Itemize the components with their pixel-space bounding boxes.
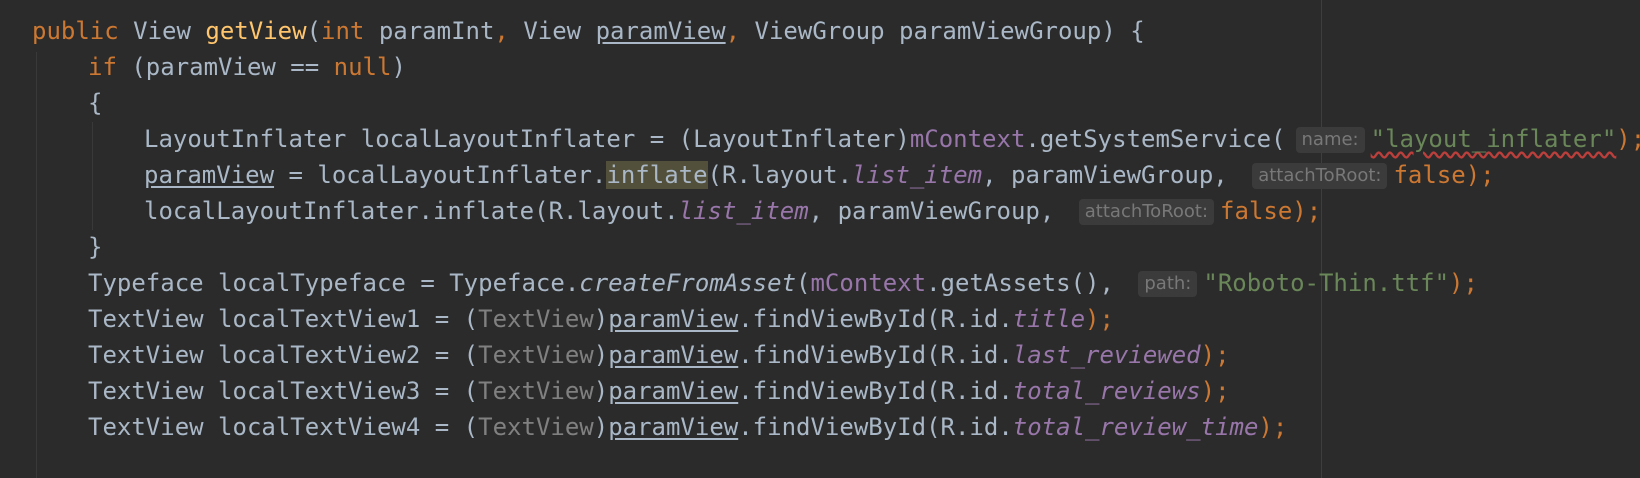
code-line-if[interactable]: if (paramView == null) xyxy=(88,49,406,85)
close-brace: } xyxy=(88,233,103,261)
param-view: paramView xyxy=(608,305,739,333)
code-text: .getSystemService( xyxy=(1025,125,1286,153)
code-line-inflate-call[interactable]: localLayoutInflater.inflate(R.layout.lis… xyxy=(144,193,1321,229)
keyword-int: int xyxy=(321,17,365,45)
redundant-cast: TextView xyxy=(478,377,594,405)
code-text: TextView localTextView4 = ( xyxy=(88,413,479,441)
keyword-null: null xyxy=(333,53,392,81)
code-line-textview-3[interactable]: TextView localTextView3 = (TextView)para… xyxy=(88,373,1230,409)
field-mcontext: mContext xyxy=(909,125,1026,153)
code-line-method-signature[interactable]: public View getView(int paramInt, View p… xyxy=(32,13,1145,49)
method-create-from-asset: createFromAsset xyxy=(579,269,797,297)
param-view-reassigned: paramView xyxy=(144,161,275,189)
param-viewgroup: ViewGroup paramViewGroup) { xyxy=(754,17,1145,45)
string-layout-inflater: "layout_inflater" xyxy=(1370,125,1617,153)
indent-guide xyxy=(36,52,37,478)
code-text: localLayoutInflater.inflate(R.layout. xyxy=(144,197,679,225)
resource-id: last_reviewed xyxy=(1012,341,1201,369)
redundant-cast: TextView xyxy=(478,305,594,333)
statement-end: ); xyxy=(1465,161,1495,189)
param-view: paramView xyxy=(608,341,739,369)
code-text: TextView localTextView3 = ( xyxy=(88,377,479,405)
resource-list-item: list_item xyxy=(852,161,983,189)
parameter-hint-attach-to-root: attachToRoot: xyxy=(1078,199,1215,225)
code-text: ) xyxy=(593,413,609,441)
param-view: paramView xyxy=(608,377,739,405)
keyword-public: public xyxy=(32,17,119,45)
statement-end: ); xyxy=(1616,125,1640,153)
resource-id: total_reviews xyxy=(1012,377,1201,405)
param-view: paramView xyxy=(608,413,739,441)
string-font-file: "Roboto-Thin.ttf" xyxy=(1203,269,1450,297)
resource-id: title xyxy=(1012,305,1086,333)
parameter-hint-name: name: xyxy=(1295,127,1365,153)
if-condition-end: ) xyxy=(391,53,406,81)
code-text: = localLayoutInflater. xyxy=(274,161,607,189)
code-line-textview-4[interactable]: TextView localTextView4 = (TextView)para… xyxy=(88,409,1287,445)
code-editor[interactable]: public View getView(int paramInt, View p… xyxy=(0,0,1640,478)
statement-end: ); xyxy=(1200,341,1230,369)
statement-end: ); xyxy=(1085,305,1114,333)
code-text: ) xyxy=(593,377,609,405)
code-text: .findViewById(R.id. xyxy=(738,413,1013,441)
code-line-textview-1[interactable]: TextView localTextView1 = (TextView)para… xyxy=(88,301,1114,337)
code-text: , paramViewGroup, xyxy=(982,161,1243,189)
code-line-inflate-assign[interactable]: paramView = localLayoutInflater.inflate(… xyxy=(144,157,1495,193)
code-text: .getAssets(), xyxy=(926,269,1129,297)
field-mcontext: mContext xyxy=(810,269,927,297)
comma: , xyxy=(494,17,524,45)
open-brace: { xyxy=(88,89,103,117)
keyword-false: false xyxy=(1393,161,1466,189)
method-inflate-highlighted: inflate xyxy=(606,161,708,189)
code-text: .findViewById(R.id. xyxy=(738,305,1013,333)
code-line-close-brace[interactable]: } xyxy=(88,229,102,265)
keyword-if: if xyxy=(88,53,117,81)
parameter-hint-attach-to-root: attachToRoot: xyxy=(1252,163,1388,189)
type-view: View xyxy=(118,17,206,45)
code-text: , paramViewGroup, xyxy=(808,197,1069,225)
indent-guide xyxy=(92,122,93,230)
code-text: TextView localTextView2 = ( xyxy=(88,341,479,369)
method-name-getview: getView xyxy=(205,17,307,45)
param-view: paramView xyxy=(595,17,726,45)
code-text: ) xyxy=(593,341,609,369)
statement-end: ); xyxy=(1292,197,1322,225)
statement-end: ); xyxy=(1258,413,1288,441)
redundant-cast: TextView xyxy=(478,341,594,369)
code-line-layout-inflater[interactable]: LayoutInflater localLayoutInflater = (La… xyxy=(144,121,1640,157)
code-text: TextView localTextView1 = ( xyxy=(88,305,479,333)
parameter-hint-path: path: xyxy=(1138,271,1198,297)
code-text: ( xyxy=(796,269,811,297)
code-text: Typeface localTypeface = Typeface. xyxy=(88,269,580,297)
right-margin-guide xyxy=(1321,0,1322,478)
code-text: LayoutInflater localLayoutInflater = (La… xyxy=(144,125,910,153)
code-line-open-brace[interactable]: { xyxy=(88,85,102,121)
redundant-cast: TextView xyxy=(478,413,594,441)
resource-list-item: list_item xyxy=(678,197,809,225)
param-int: paramInt xyxy=(364,17,495,45)
code-line-typeface[interactable]: Typeface localTypeface = Typeface.create… xyxy=(88,265,1478,301)
statement-end: ); xyxy=(1200,377,1230,405)
code-text: (R.layout. xyxy=(707,161,853,189)
keyword-false: false xyxy=(1220,197,1293,225)
code-line-textview-2[interactable]: TextView localTextView2 = (TextView)para… xyxy=(88,337,1230,373)
code-text: .findViewById(R.id. xyxy=(738,377,1013,405)
if-condition: (paramView == xyxy=(116,53,334,81)
resource-id: total_review_time xyxy=(1012,413,1259,441)
open-paren: ( xyxy=(306,17,322,45)
comma: , xyxy=(725,17,755,45)
statement-end: ); xyxy=(1449,269,1478,297)
type-view-param: View xyxy=(523,17,596,45)
code-text: .findViewById(R.id. xyxy=(738,341,1013,369)
code-text: ) xyxy=(593,305,609,333)
